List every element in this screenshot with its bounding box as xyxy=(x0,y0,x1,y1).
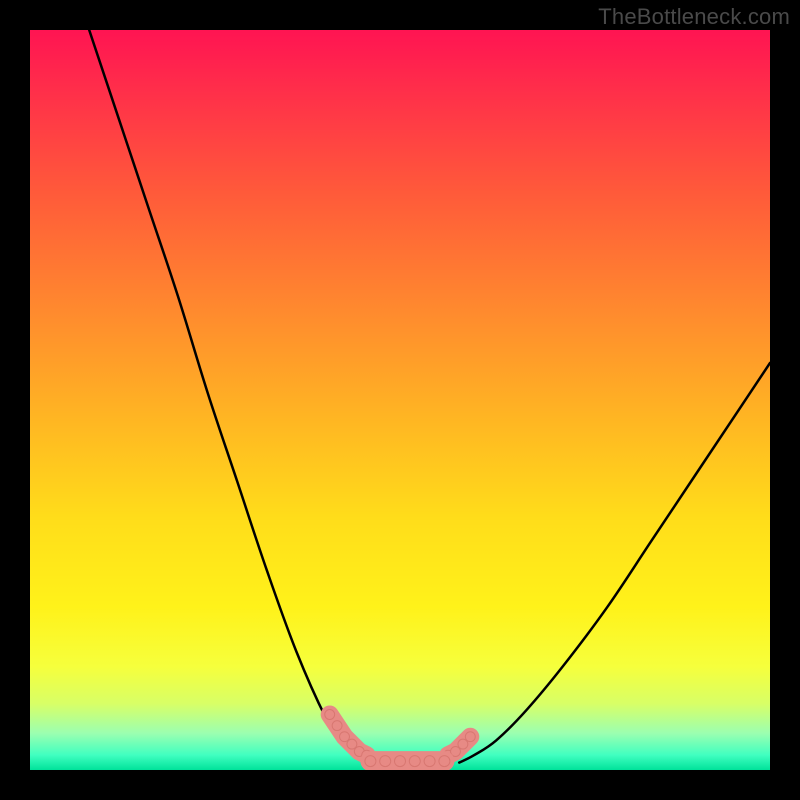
series-left-curve xyxy=(89,30,370,763)
marker-right-cluster-dot xyxy=(465,732,475,742)
marker-right-cluster-dot xyxy=(458,739,468,749)
marker-bottom-bar-dot xyxy=(365,756,376,767)
marker-left-cluster-dot xyxy=(325,710,335,720)
bottleneck-plot xyxy=(30,30,770,770)
marker-bottom-bar-dot xyxy=(424,756,435,767)
marker-bottom-bar-dot xyxy=(409,756,420,767)
marker-bottom-bar-dot xyxy=(395,756,406,767)
marker-layer xyxy=(325,710,475,767)
watermark-label: TheBottleneck.com xyxy=(598,4,790,30)
plot-svg xyxy=(30,30,770,770)
marker-bottom-bar-dot xyxy=(439,756,450,767)
marker-left-cluster-dot xyxy=(340,732,350,742)
marker-left-cluster-dot xyxy=(347,739,357,749)
series-right-curve xyxy=(459,363,770,763)
marker-left-cluster-dot xyxy=(332,721,342,731)
curve-layer xyxy=(89,30,770,763)
frame: TheBottleneck.com xyxy=(0,0,800,800)
marker-bottom-bar-dot xyxy=(380,756,391,767)
